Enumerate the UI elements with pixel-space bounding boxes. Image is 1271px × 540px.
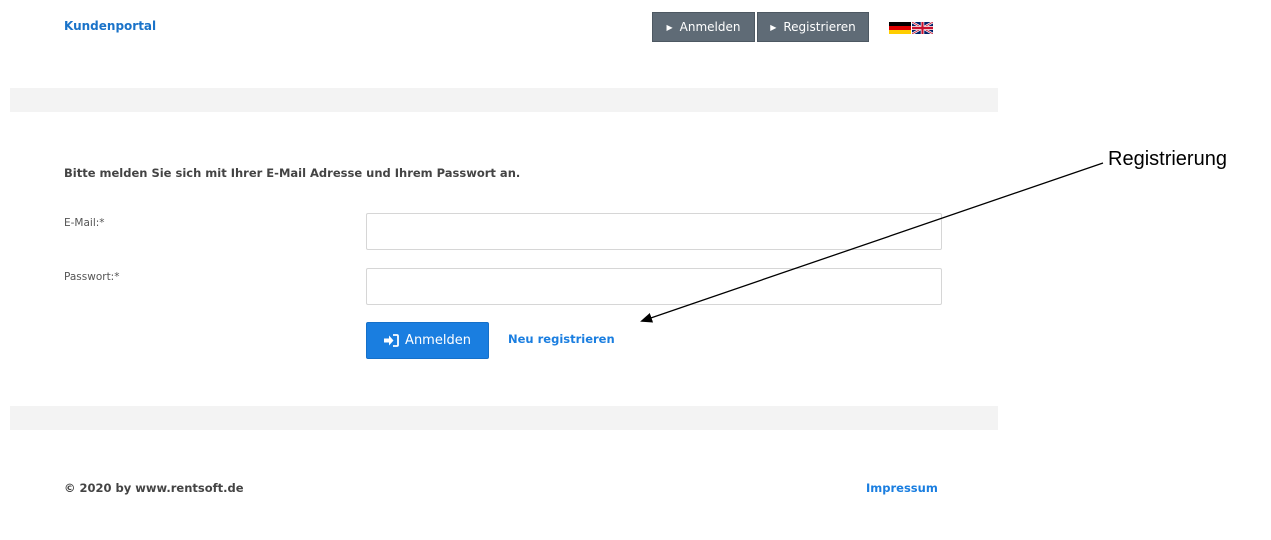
- nav-login-button[interactable]: ▶ Anmelden: [652, 12, 755, 42]
- password-label: Passwort:*: [64, 271, 120, 283]
- login-submit-label: Anmelden: [405, 333, 471, 348]
- header-divider-band: [10, 88, 998, 112]
- register-link[interactable]: Neu registrieren: [508, 332, 615, 346]
- nav-register-button[interactable]: ▶ Registrieren: [757, 12, 869, 42]
- login-submit-button[interactable]: Anmelden: [366, 322, 489, 359]
- nav-register-label: Registrieren: [783, 20, 856, 34]
- nav-login-label: Anmelden: [679, 20, 741, 34]
- password-input[interactable]: [366, 268, 942, 305]
- caret-right-icon: ▶: [770, 22, 777, 32]
- sign-in-icon: [384, 334, 399, 347]
- footer-divider-band: [10, 406, 998, 430]
- caret-right-icon: ▶: [666, 22, 673, 32]
- email-input[interactable]: [366, 213, 942, 250]
- login-instruction: Bitte melden Sie sich mit Ihrer E-Mail A…: [64, 166, 521, 180]
- impressum-link[interactable]: Impressum: [866, 481, 938, 495]
- brand-link[interactable]: Kundenportal: [64, 19, 156, 33]
- email-label: E-Mail:*: [64, 217, 105, 229]
- annotation-label: Registrierung: [1108, 148, 1227, 170]
- copyright-text: © 2020 by www.rentsoft.de: [64, 481, 244, 495]
- flag-de-icon[interactable]: [889, 22, 911, 34]
- flag-uk-icon[interactable]: [912, 22, 933, 34]
